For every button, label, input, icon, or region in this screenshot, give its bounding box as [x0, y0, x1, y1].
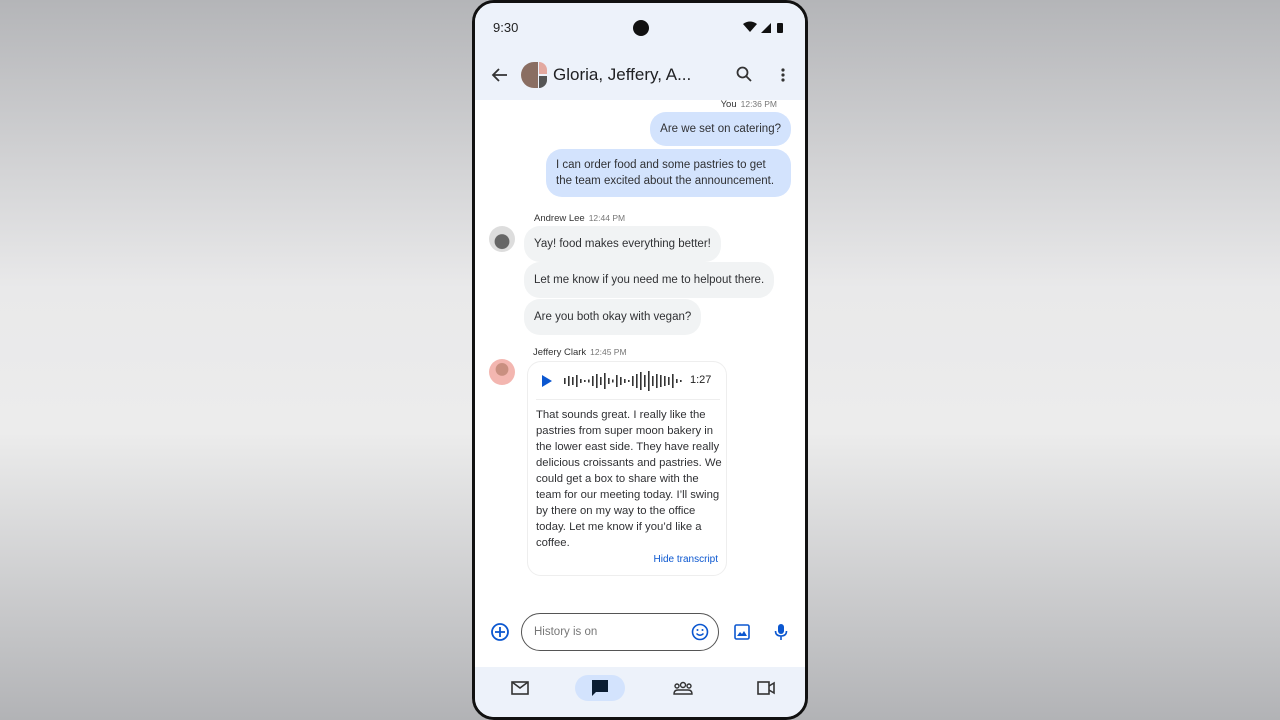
waveform-bar	[676, 379, 678, 383]
waveform-bar	[680, 380, 682, 382]
waveform-bar	[608, 378, 610, 384]
waveform-bar	[632, 376, 634, 386]
waveform-bar	[648, 371, 650, 391]
message-meta: You 12:36 PM	[720, 99, 777, 110]
camera-cutout	[633, 20, 649, 36]
mail-icon	[511, 681, 529, 695]
message-meta: Andrew Lee 12:44 PM	[534, 213, 626, 224]
emoji-icon[interactable]	[691, 623, 709, 641]
nav-meet[interactable]	[741, 675, 791, 701]
waveform-bar	[668, 377, 670, 385]
nav-chat[interactable]	[575, 675, 625, 701]
more-vert-icon[interactable]	[780, 67, 786, 83]
waveform-bar	[564, 378, 566, 384]
waveform-bar	[572, 377, 574, 385]
group-avatar	[521, 62, 547, 88]
bottom-nav	[475, 667, 805, 717]
waveform-bar	[596, 374, 598, 388]
voice-message-card: 1:27 That sounds great. I really like th…	[527, 361, 727, 576]
message-bubble[interactable]: Are we set on catering?	[650, 112, 791, 146]
phone-frame: 9:30 Gloria, Jeffery, A... You 12:36 PM A…	[472, 0, 808, 720]
waveform-bar	[672, 374, 674, 388]
waveform-bar	[612, 379, 614, 383]
status-time: 9:30	[493, 20, 519, 35]
people-icon	[673, 681, 693, 695]
add-icon[interactable]	[490, 622, 510, 642]
waveform-bar	[664, 376, 666, 386]
waveform-bar	[580, 379, 582, 383]
waveform-bar	[636, 374, 638, 388]
hide-transcript-link[interactable]: Hide transcript	[654, 554, 718, 565]
waveform-bar	[576, 375, 578, 387]
waveform-bar	[640, 372, 642, 390]
message-bubble[interactable]: Yay! food makes everything better!	[524, 226, 721, 262]
waveform-bar	[568, 376, 570, 386]
waveform-bar	[604, 373, 606, 389]
arrow-back-icon[interactable]	[491, 67, 509, 83]
message-bubble[interactable]: Let me know if you need me to helpout th…	[524, 262, 775, 298]
waveform-bar	[616, 375, 618, 387]
message-placeholder: History is on	[534, 626, 598, 638]
waveform[interactable]	[564, 370, 684, 392]
video-icon	[757, 681, 775, 695]
status-icons	[743, 21, 783, 33]
message-bubble[interactable]: I can order food and some pastries to ge…	[546, 149, 791, 197]
avatar-jeffery[interactable]	[489, 359, 515, 385]
waveform-bar	[652, 376, 654, 386]
image-icon[interactable]	[734, 624, 750, 640]
mic-icon[interactable]	[774, 623, 788, 641]
nav-spaces[interactable]	[658, 675, 708, 701]
waveform-bar	[624, 379, 626, 383]
waveform-bar	[588, 379, 590, 383]
waveform-bar	[620, 377, 622, 385]
voice-duration: 1:27	[690, 374, 712, 386]
waveform-bar	[628, 380, 630, 382]
waveform-bar	[600, 377, 602, 385]
waveform-bar	[660, 375, 662, 387]
voice-transcript: That sounds great. I really like the pas…	[536, 409, 722, 549]
chat-icon	[592, 680, 608, 696]
conversation-title[interactable]: Gloria, Jeffery, A...	[553, 65, 691, 85]
message-input[interactable]: History is on	[521, 613, 719, 651]
search-icon[interactable]	[736, 66, 752, 82]
play-icon[interactable]	[542, 375, 552, 387]
waveform-bar	[656, 374, 658, 388]
message-bubble[interactable]: Are you both okay with vegan?	[524, 299, 702, 335]
divider	[536, 399, 720, 400]
nav-mail[interactable]	[495, 675, 545, 701]
message-meta: Jeffery Clark 12:45 PM	[533, 347, 627, 358]
waveform-bar	[644, 375, 646, 387]
waveform-bar	[592, 376, 594, 386]
avatar-andrew[interactable]	[489, 226, 515, 252]
waveform-bar	[584, 380, 586, 382]
